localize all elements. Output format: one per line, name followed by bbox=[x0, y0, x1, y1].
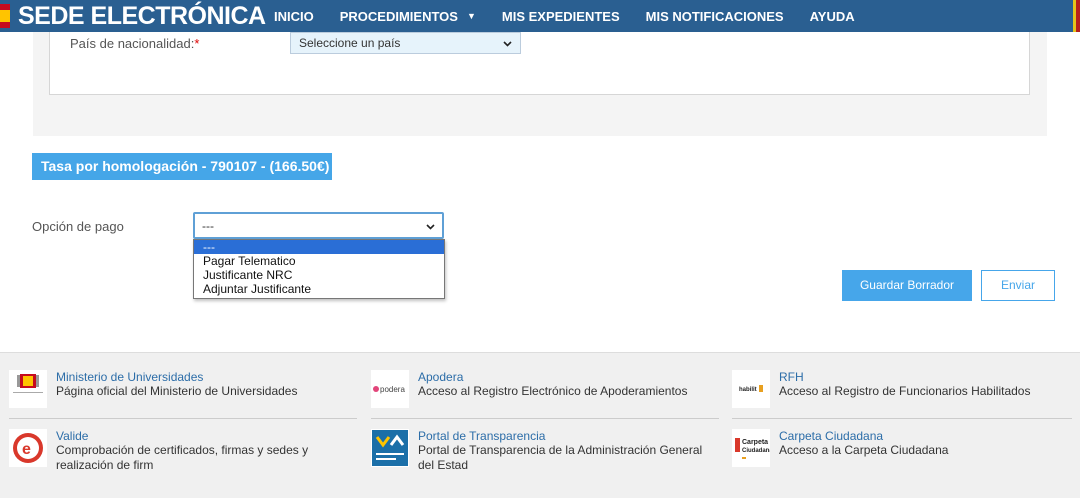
payment-option-select[interactable]: --- bbox=[193, 212, 444, 239]
svg-text:podera: podera bbox=[380, 385, 405, 394]
divider bbox=[9, 418, 357, 419]
svg-text:Carpeta: Carpeta bbox=[742, 439, 768, 446]
dropdown-option[interactable]: Justificante NRC bbox=[194, 268, 444, 282]
nationality-select[interactable]: Seleccione un país bbox=[290, 32, 521, 54]
footer-link-desc: Acceso al Registro Electrónico de Apoder… bbox=[418, 384, 688, 398]
payment-option-dropdown: --- Pagar Telematico Justificante NRC Ad… bbox=[193, 239, 445, 299]
footer-link-title: Carpeta Ciudadana bbox=[779, 429, 884, 443]
chevron-down-icon bbox=[426, 219, 435, 233]
footer-link-desc: Acceso al Registro de Funcionarios Habil… bbox=[779, 384, 1031, 398]
svg-text:habilit: habilit bbox=[739, 387, 757, 393]
nationality-box: País de nacionalidad:* Seleccione un paí… bbox=[49, 32, 1030, 95]
valide-logo-icon: e bbox=[9, 429, 47, 467]
nav-procedimientos[interactable]: PROCEDIMIENTOS ▼ bbox=[340, 9, 476, 24]
svg-text:Ciudadana: Ciudadana bbox=[742, 448, 770, 454]
svg-text:e: e bbox=[22, 441, 31, 458]
footer-link-desc: Portal de Transparencia de la Administra… bbox=[418, 443, 703, 472]
save-draft-button[interactable]: Guardar Borrador bbox=[842, 270, 972, 301]
nationality-label: País de nacionalidad:* bbox=[70, 36, 200, 51]
footer: Ministerio de Universidades Página ofici… bbox=[0, 352, 1080, 498]
send-button[interactable]: Enviar bbox=[981, 270, 1055, 301]
edge-stripe bbox=[1076, 0, 1080, 32]
footer-link-desc: Página oficial del Ministerio de Univers… bbox=[56, 384, 298, 398]
footer-link-title: RFH bbox=[779, 370, 804, 384]
required-mark: * bbox=[194, 36, 200, 51]
main-nav: INICIO PROCEDIMIENTOS ▼ MIS EXPEDIENTES M… bbox=[274, 0, 881, 32]
transparency-logo-icon bbox=[371, 429, 409, 467]
chevron-down-icon: ▼ bbox=[466, 11, 476, 21]
spain-flag-icon bbox=[0, 4, 10, 28]
ministry-logo-icon bbox=[9, 370, 47, 408]
carpeta-logo-icon: Carpeta Ciudadana bbox=[732, 429, 770, 467]
chevron-down-icon bbox=[503, 36, 512, 50]
footer-link-title: Valide bbox=[56, 429, 89, 443]
divider bbox=[371, 418, 719, 419]
footer-link-title: Ministerio de Universidades bbox=[56, 370, 204, 384]
payment-option-label: Opción de pago bbox=[32, 219, 124, 234]
nav-ayuda[interactable]: AYUDA bbox=[810, 9, 855, 24]
nav-mis-expedientes[interactable]: MIS EXPEDIENTES bbox=[502, 9, 620, 24]
apodera-logo-icon: podera bbox=[371, 370, 409, 408]
footer-link-desc: Acceso a la Carpeta Ciudadana bbox=[779, 443, 949, 457]
nav-inicio[interactable]: INICIO bbox=[274, 9, 314, 24]
nav-mis-notificaciones[interactable]: MIS NOTIFICACIONES bbox=[646, 9, 784, 24]
footer-link-desc: Comprobación de certificados, firmas y s… bbox=[56, 443, 309, 472]
dropdown-option[interactable]: Adjuntar Justificante bbox=[194, 282, 444, 296]
footer-link-title: Apodera bbox=[418, 370, 464, 384]
site-brand[interactable]: SEDE ELECTRÓNICA bbox=[18, 2, 266, 30]
rfh-logo-icon: habilit bbox=[732, 370, 770, 408]
footer-link-title: Portal de Transparencia bbox=[418, 429, 546, 443]
dropdown-option[interactable]: Pagar Telematico bbox=[194, 254, 444, 268]
top-navbar: SEDE ELECTRÓNICA INICIO PROCEDIMIENTOS ▼ … bbox=[0, 0, 1080, 32]
divider bbox=[732, 418, 1072, 419]
fee-banner: Tasa por homologación - 790107 - (166.50… bbox=[32, 153, 332, 180]
dropdown-option[interactable]: --- bbox=[194, 240, 444, 254]
form-panel: País de nacionalidad:* Seleccione un paí… bbox=[33, 32, 1047, 136]
